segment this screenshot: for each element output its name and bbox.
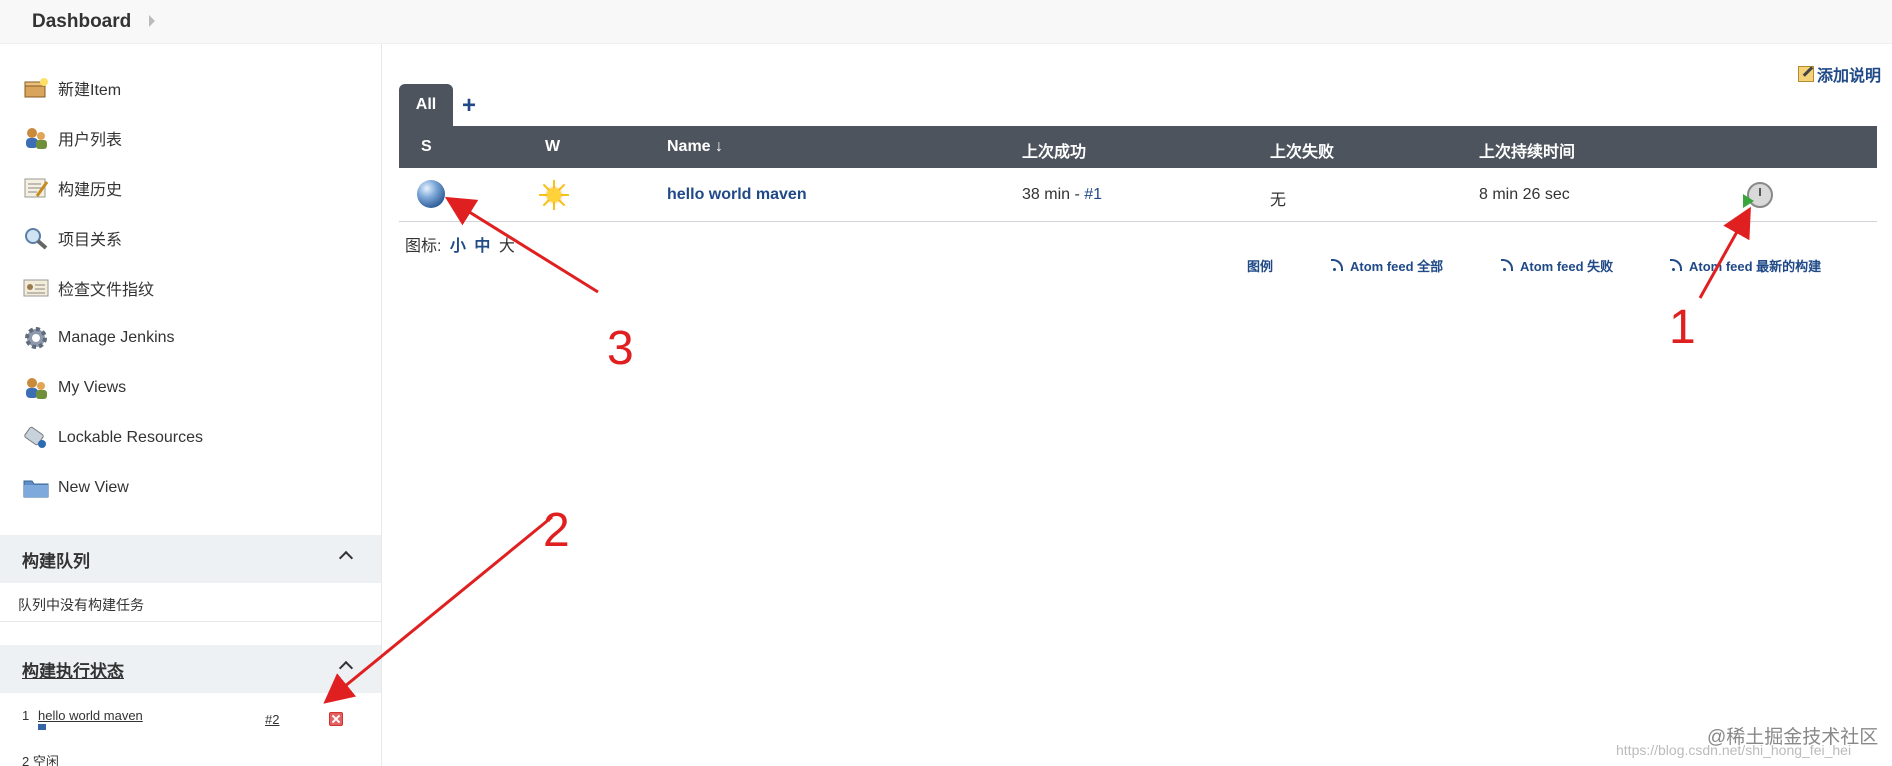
sidebar-item-my-views[interactable]: My Views bbox=[22, 372, 126, 404]
last-success-time: 38 min - bbox=[1022, 186, 1085, 203]
atom-feed-failed-link[interactable]: Atom feed 失败 bbox=[1501, 256, 1614, 275]
sidebar-item-label: 新建Item bbox=[58, 82, 122, 99]
legend-label: 图例 bbox=[1247, 259, 1274, 274]
table-row: hello world maven 38 min - #1 无 8 min 26… bbox=[399, 168, 1877, 222]
icon-size-large: 大 bbox=[498, 238, 515, 255]
atom-feed-all-link[interactable]: Atom feed 全部 bbox=[1331, 256, 1444, 275]
last-failure-cell: 无 bbox=[1270, 192, 1287, 209]
users-icon bbox=[22, 124, 50, 152]
sidebar-item-new-view[interactable]: New View bbox=[22, 472, 129, 504]
add-tab-button[interactable]: + bbox=[462, 92, 476, 120]
executor-progress-bar bbox=[38, 724, 46, 730]
executor-row: 2 空闲 bbox=[22, 751, 59, 766]
sidebar-item-fingerprint[interactable]: 检查文件指纹 bbox=[22, 272, 154, 304]
sidebar-item-label: 用户列表 bbox=[58, 132, 123, 149]
job-name-link[interactable]: hello world maven bbox=[667, 186, 807, 204]
executor-build-link[interactable]: #2 bbox=[265, 712, 279, 727]
gear-icon bbox=[22, 324, 50, 352]
build-queue-empty-text: 队列中没有构建任务 bbox=[18, 597, 144, 613]
new-item-icon bbox=[22, 74, 50, 102]
lock-icon bbox=[22, 424, 50, 452]
build-queue-title: 构建队列 bbox=[22, 551, 90, 571]
sidebar-item-label: Manage Jenkins bbox=[58, 329, 175, 346]
status-ball-icon[interactable] bbox=[417, 180, 445, 208]
sidebar-item-users[interactable]: 用户列表 bbox=[22, 122, 122, 154]
sidebar: 新建Item 用户列表 构建历史 项目关系 检查文件指纹 Manage Jenk… bbox=[0, 44, 382, 766]
jobs-table-header: S W Name ↓ 上次成功 上次失败 上次持续时间 bbox=[399, 126, 1877, 168]
build-history-icon bbox=[22, 174, 50, 202]
sidebar-item-lockable-resources[interactable]: Lockable Resources bbox=[22, 422, 203, 454]
top-bar: Dashboard bbox=[0, 0, 1892, 44]
column-status[interactable]: S bbox=[421, 138, 432, 156]
add-description-label: 添加说明 bbox=[1817, 68, 1882, 85]
search-icon bbox=[22, 224, 50, 252]
sidebar-item-build-history[interactable]: 构建历史 bbox=[22, 172, 122, 204]
executor-idle-status: 空闲 bbox=[32, 754, 59, 766]
divider bbox=[0, 621, 381, 622]
legend-link[interactable]: 图例 bbox=[1247, 256, 1273, 275]
executor-status-header[interactable]: 构建执行状态 bbox=[0, 645, 381, 693]
column-last-duration[interactable]: 上次持续时间 bbox=[1479, 138, 1575, 162]
watermark: @稀土掘金技术社区 bbox=[1707, 727, 1879, 748]
column-last-failure[interactable]: 上次失败 bbox=[1270, 138, 1334, 162]
weather-sunny-icon[interactable] bbox=[539, 180, 569, 210]
last-success-build-link[interactable]: #1 bbox=[1084, 186, 1102, 203]
breadcrumb-caret-icon[interactable] bbox=[149, 15, 155, 27]
executor-row: 1 hello world maven #2 bbox=[22, 708, 362, 738]
sidebar-item-new-item[interactable]: 新建Item bbox=[22, 72, 121, 104]
icon-size-label: 图标: bbox=[405, 238, 442, 255]
executor-number: 1 bbox=[22, 708, 30, 723]
executor-job-link[interactable]: hello world maven bbox=[38, 708, 143, 723]
atom-feed-all-label: Atom feed 全部 bbox=[1350, 259, 1444, 274]
sidebar-item-label: Lockable Resources bbox=[58, 429, 203, 446]
annotation-number-3: 3 bbox=[607, 322, 634, 375]
tab-all[interactable]: All bbox=[399, 84, 453, 126]
collapse-chevron-icon[interactable] bbox=[338, 660, 354, 676]
executor-status-title[interactable]: 构建执行状态 bbox=[22, 657, 124, 682]
sidebar-item-label: 检查文件指纹 bbox=[58, 282, 155, 299]
add-description-link[interactable]: 添加说明 bbox=[1798, 62, 1881, 86]
column-weather[interactable]: W bbox=[545, 138, 560, 156]
column-last-success[interactable]: 上次成功 bbox=[1022, 138, 1086, 162]
atom-feed-failed-label: Atom feed 失败 bbox=[1520, 259, 1614, 274]
build-queue-header[interactable]: 构建队列 bbox=[0, 535, 381, 583]
sidebar-item-manage-jenkins[interactable]: Manage Jenkins bbox=[22, 322, 175, 354]
last-success-cell: 38 min - #1 bbox=[1022, 186, 1102, 204]
annotation-arrow-1 bbox=[1698, 206, 1751, 299]
rss-icon bbox=[1501, 259, 1514, 271]
breadcrumb-dashboard[interactable]: Dashboard bbox=[32, 11, 131, 33]
sidebar-item-label: New View bbox=[58, 479, 129, 496]
annotation-number-2: 2 bbox=[543, 504, 570, 557]
stop-build-icon[interactable] bbox=[329, 712, 343, 726]
executor-number: 2 bbox=[22, 754, 30, 766]
edit-icon bbox=[1798, 66, 1814, 82]
atom-feed-latest-label: Atom feed 最新的构建 bbox=[1689, 259, 1822, 274]
users-icon bbox=[22, 374, 50, 402]
sidebar-item-label: 构建历史 bbox=[58, 182, 123, 199]
last-duration-cell: 8 min 26 sec bbox=[1479, 186, 1570, 203]
rss-icon bbox=[1331, 259, 1344, 271]
icon-size-small[interactable]: 小 bbox=[450, 238, 466, 255]
sidebar-item-project-relationship[interactable]: 项目关系 bbox=[22, 222, 122, 254]
sidebar-item-label: 项目关系 bbox=[58, 232, 123, 249]
icon-size-selector: 图标: 小 中 大 bbox=[405, 232, 515, 256]
sidebar-item-label: My Views bbox=[58, 379, 127, 396]
folder-icon bbox=[22, 474, 50, 502]
annotation-number-1: 1 bbox=[1669, 301, 1696, 354]
collapse-chevron-icon[interactable] bbox=[338, 550, 354, 566]
rss-icon bbox=[1670, 259, 1683, 271]
fingerprint-icon bbox=[22, 274, 50, 302]
build-play-icon[interactable] bbox=[1743, 194, 1754, 208]
atom-feed-latest-link[interactable]: Atom feed 最新的构建 bbox=[1670, 256, 1822, 275]
icon-size-medium[interactable]: 中 bbox=[474, 238, 490, 255]
column-name[interactable]: Name ↓ bbox=[667, 138, 723, 156]
